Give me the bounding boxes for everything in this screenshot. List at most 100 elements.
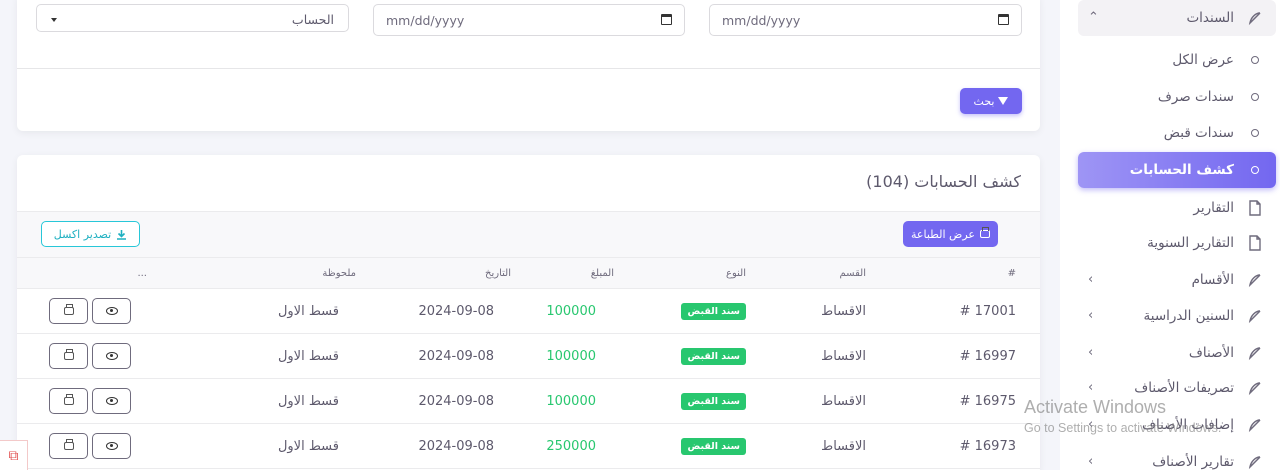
row-type: سند القبض xyxy=(681,289,746,333)
sidebar-item-payment-vouchers[interactable]: سندات صرف xyxy=(1078,79,1276,115)
feather-icon xyxy=(1246,9,1264,27)
row-section: الاقساط xyxy=(821,348,866,364)
chevron-left-icon: ‹ xyxy=(1088,454,1094,469)
date-from-placeholder: mm/dd/yyyy xyxy=(386,12,465,28)
chevron-left-icon: ‹ xyxy=(1088,380,1094,395)
sidebar-item-label: كشف الحسابات xyxy=(1129,162,1234,178)
sidebar-item-annual-reports[interactable]: التقارير السنوية xyxy=(1078,225,1276,261)
page-title: كشف الحسابات (104) xyxy=(866,172,1021,191)
filter-card: الحساب mm/dd/yyyy mm/dd/yyyy بحث xyxy=(17,0,1040,131)
row-date: 2024-09-08 xyxy=(418,348,494,364)
printer-icon xyxy=(63,439,74,450)
col-date-header: التاريخ xyxy=(485,267,511,279)
circle-icon xyxy=(1246,161,1264,179)
sidebar-item-reports[interactable]: التقارير xyxy=(1078,190,1276,226)
sidebar-item-label: عرض الكل xyxy=(1172,52,1234,68)
watermark-subtitle: Go to Settings to activate Windows. xyxy=(1024,421,1222,435)
sidebar-item-label: السنين الدراسية xyxy=(1143,308,1234,324)
date-to-input[interactable]: mm/dd/yyyy xyxy=(709,4,1022,36)
row-type: سند القبض xyxy=(681,424,746,468)
printer-icon xyxy=(63,394,74,405)
table-row: # 16973 الاقساط سند القبض 250000 2024-09… xyxy=(17,424,1040,469)
search-button[interactable]: بحث xyxy=(960,88,1022,114)
col-note-header: ملحوظة xyxy=(322,267,356,279)
sidebar-item-label: سندات قبض xyxy=(1163,125,1234,141)
print-button[interactable] xyxy=(49,433,88,459)
chevron-left-icon: ‹ xyxy=(1088,272,1094,287)
windows-activation-watermark: Activate Windows Go to Settings to activ… xyxy=(1024,397,1221,435)
print-button[interactable] xyxy=(49,343,88,369)
row-note: قسط الاول xyxy=(277,438,339,454)
feather-icon xyxy=(1246,453,1264,470)
table-row: # 16997 الاقساط سند القبض 100000 2024-09… xyxy=(17,334,1040,379)
sidebar-item-label: سندات صرف xyxy=(1157,89,1234,105)
row-id: # 17001 xyxy=(959,303,1016,319)
view-button[interactable] xyxy=(92,298,131,324)
row-id: # 16975 xyxy=(959,393,1016,409)
circle-icon xyxy=(1246,51,1264,69)
sidebar-item-account-statement[interactable]: كشف الحسابات xyxy=(1078,152,1276,188)
print-view-label: عرض الطباعة xyxy=(911,227,975,241)
laravel-logo-icon: ⧉ xyxy=(0,440,28,470)
type-badge: سند القبض xyxy=(681,437,746,455)
row-amount: 250000 xyxy=(546,438,596,454)
type-badge: سند القبض xyxy=(681,392,746,410)
col-amount-header: المبلغ xyxy=(590,267,614,279)
feather-icon xyxy=(1246,379,1264,397)
view-button[interactable] xyxy=(92,388,131,414)
view-button[interactable] xyxy=(92,343,131,369)
sidebar-item-show-all[interactable]: عرض الكل xyxy=(1078,42,1276,78)
eye-icon xyxy=(105,397,118,405)
row-note: قسط الاول xyxy=(277,393,339,409)
row-note: قسط الاول xyxy=(277,303,339,319)
table-header: # القسم النوع المبلغ التاريخ ملحوظة ... xyxy=(17,257,1040,289)
account-select[interactable]: الحساب xyxy=(36,4,349,32)
calendar-icon[interactable] xyxy=(661,14,672,25)
row-section: الاقساط xyxy=(821,303,866,319)
date-from-input[interactable]: mm/dd/yyyy xyxy=(373,4,685,36)
circle-icon xyxy=(1246,88,1264,106)
date-to-placeholder: mm/dd/yyyy xyxy=(722,12,801,28)
type-badge: سند القبض xyxy=(681,302,746,320)
eye-icon xyxy=(105,442,118,450)
sidebar-item-categories[interactable]: الأصناف ‹ xyxy=(1078,335,1276,371)
row-amount: 100000 xyxy=(546,393,596,409)
table-toolbar: عرض الطباعة تصدير اكسل xyxy=(17,211,1040,257)
row-date: 2024-09-08 xyxy=(418,303,494,319)
row-section: الاقساط xyxy=(821,438,866,454)
circle-icon xyxy=(1246,124,1264,142)
divider xyxy=(17,68,1040,69)
sidebar-item-academic-years[interactable]: السنين الدراسية ‹ xyxy=(1078,298,1276,334)
printer-icon xyxy=(63,349,74,360)
sidebar-item-category-reports[interactable]: تقارير الأصناف ‹ xyxy=(1078,444,1276,470)
calendar-icon[interactable] xyxy=(998,14,1009,25)
account-statement-card: كشف الحسابات (104) عرض الطباعة تصدير اكس… xyxy=(17,155,1040,470)
type-badge: سند القبض xyxy=(681,347,746,365)
sidebar-item-label: تقارير الأصناف xyxy=(1152,454,1234,470)
row-type: سند القبض xyxy=(681,379,746,423)
row-id: # 16997 xyxy=(959,348,1016,364)
caret-down-icon xyxy=(51,18,57,22)
print-button[interactable] xyxy=(49,388,88,414)
sidebar-item-vouchers[interactable]: السندات ⌃ xyxy=(1078,0,1276,36)
export-excel-button[interactable]: تصدير اكسل xyxy=(41,221,140,247)
sidebar-item-receipt-vouchers[interactable]: سندات قبض xyxy=(1078,115,1276,151)
sidebar-item-label: الأقسام xyxy=(1191,272,1234,288)
print-view-button[interactable]: عرض الطباعة xyxy=(903,221,998,247)
view-button[interactable] xyxy=(92,433,131,459)
filter-icon xyxy=(998,97,1009,105)
row-section: الاقساط xyxy=(821,393,866,409)
printer-icon xyxy=(63,304,74,315)
chevron-up-icon: ⌃ xyxy=(1088,10,1099,25)
sidebar-item-label: السندات xyxy=(1186,10,1234,26)
export-excel-label: تصدير اكسل xyxy=(53,227,112,241)
feather-icon xyxy=(1246,307,1264,325)
sidebar-item-departments[interactable]: الأقسام ‹ xyxy=(1078,262,1276,298)
printer-icon xyxy=(980,227,990,238)
col-type-header: النوع xyxy=(726,267,746,279)
chevron-left-icon: ‹ xyxy=(1088,308,1094,323)
row-id: # 16973 xyxy=(959,438,1016,454)
chevron-left-icon: ‹ xyxy=(1088,345,1094,360)
watermark-title: Activate Windows xyxy=(1024,397,1167,417)
print-button[interactable] xyxy=(49,298,88,324)
